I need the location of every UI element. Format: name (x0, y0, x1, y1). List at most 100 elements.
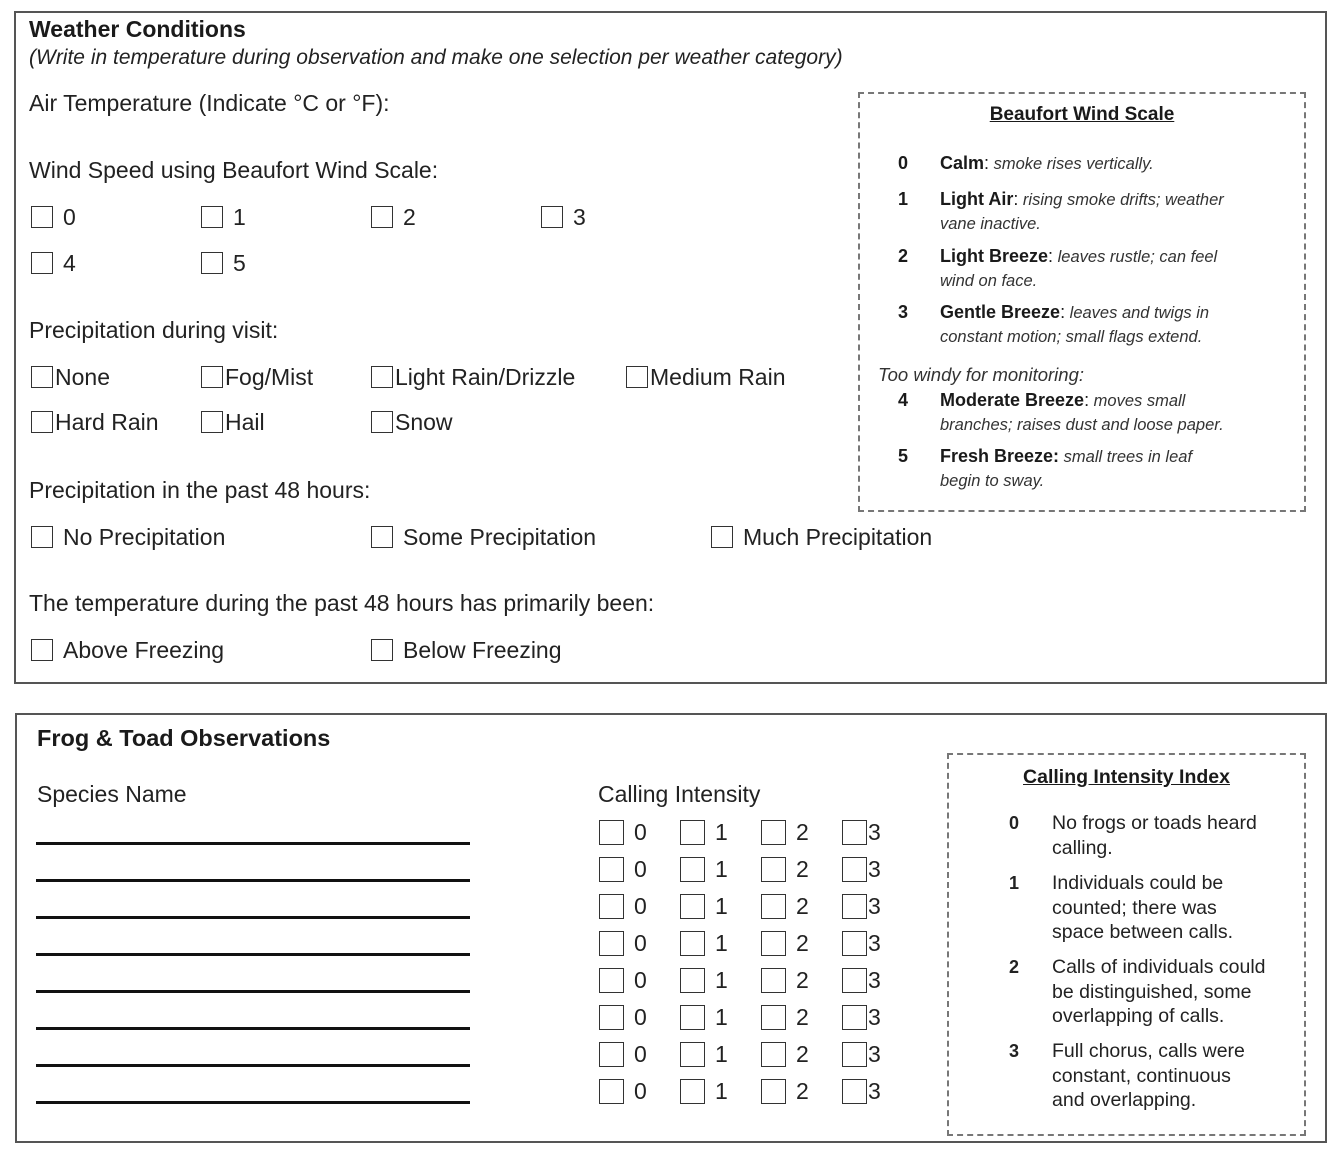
checkbox[interactable] (842, 820, 867, 845)
intensity-option-3[interactable]: 3 (842, 967, 923, 994)
checkbox[interactable] (599, 968, 624, 993)
checkbox[interactable] (371, 526, 393, 548)
checkbox[interactable] (31, 411, 53, 433)
checkbox[interactable] (842, 931, 867, 956)
precip-option-light-rain[interactable]: Light Rain/Drizzle (371, 363, 575, 391)
intensity-option-0[interactable]: 0 (599, 856, 680, 883)
checkbox[interactable] (842, 857, 867, 882)
intensity-option-1[interactable]: 1 (680, 1004, 761, 1031)
intensity-option-3[interactable]: 3 (842, 819, 923, 846)
temp48-option-below[interactable]: Below Freezing (371, 636, 562, 664)
intensity-option-3[interactable]: 3 (842, 930, 923, 957)
checkbox[interactable] (761, 931, 786, 956)
intensity-option-2[interactable]: 2 (761, 930, 842, 957)
species-name-line[interactable] (36, 842, 470, 845)
checkbox[interactable] (599, 1079, 624, 1104)
intensity-option-2[interactable]: 2 (761, 967, 842, 994)
checkbox[interactable] (842, 894, 867, 919)
checkbox[interactable] (761, 894, 786, 919)
checkbox[interactable] (680, 820, 705, 845)
precip48-option-none[interactable]: No Precipitation (31, 523, 225, 551)
intensity-option-0[interactable]: 0 (599, 893, 680, 920)
checkbox[interactable] (371, 366, 393, 388)
checkbox[interactable] (680, 1042, 705, 1067)
intensity-option-2[interactable]: 2 (761, 893, 842, 920)
intensity-option-2[interactable]: 2 (761, 1078, 842, 1105)
checkbox[interactable] (680, 1079, 705, 1104)
wind-option-0[interactable]: 0 (31, 203, 76, 231)
intensity-option-1[interactable]: 1 (680, 930, 761, 957)
intensity-option-2[interactable]: 2 (761, 856, 842, 883)
species-name-line[interactable] (36, 1027, 470, 1030)
checkbox[interactable] (371, 206, 393, 228)
checkbox[interactable] (201, 366, 223, 388)
checkbox[interactable] (201, 411, 223, 433)
intensity-option-1[interactable]: 1 (680, 893, 761, 920)
species-name-line[interactable] (36, 1064, 470, 1067)
checkbox[interactable] (31, 639, 53, 661)
intensity-option-1[interactable]: 1 (680, 967, 761, 994)
checkbox[interactable] (842, 1079, 867, 1104)
checkbox[interactable] (842, 1042, 867, 1067)
intensity-option-1[interactable]: 1 (680, 819, 761, 846)
checkbox[interactable] (761, 820, 786, 845)
intensity-option-3[interactable]: 3 (842, 1041, 923, 1068)
checkbox[interactable] (711, 526, 733, 548)
species-name-line[interactable] (36, 879, 470, 882)
wind-option-1[interactable]: 1 (201, 203, 246, 231)
checkbox[interactable] (680, 1005, 705, 1030)
checkbox[interactable] (680, 894, 705, 919)
checkbox[interactable] (761, 1005, 786, 1030)
intensity-option-0[interactable]: 0 (599, 819, 680, 846)
species-name-line[interactable] (36, 1101, 470, 1104)
intensity-option-0[interactable]: 0 (599, 1078, 680, 1105)
species-name-line[interactable] (36, 953, 470, 956)
checkbox[interactable] (599, 857, 624, 882)
checkbox[interactable] (31, 526, 53, 548)
precip-option-none[interactable]: None (31, 363, 110, 391)
checkbox[interactable] (680, 931, 705, 956)
intensity-option-3[interactable]: 3 (842, 1004, 923, 1031)
wind-option-3[interactable]: 3 (541, 203, 586, 231)
checkbox[interactable] (761, 857, 786, 882)
checkbox[interactable] (599, 894, 624, 919)
intensity-option-0[interactable]: 0 (599, 930, 680, 957)
species-name-line[interactable] (36, 990, 470, 993)
precip-option-fog-mist[interactable]: Fog/Mist (201, 363, 313, 391)
checkbox[interactable] (599, 820, 624, 845)
precip48-option-some[interactable]: Some Precipitation (371, 523, 596, 551)
wind-option-5[interactable]: 5 (201, 249, 246, 277)
checkbox[interactable] (680, 857, 705, 882)
checkbox[interactable] (761, 968, 786, 993)
intensity-option-2[interactable]: 2 (761, 1041, 842, 1068)
checkbox[interactable] (842, 1005, 867, 1030)
checkbox[interactable] (31, 366, 53, 388)
checkbox[interactable] (541, 206, 563, 228)
checkbox[interactable] (201, 206, 223, 228)
precip-option-hard-rain[interactable]: Hard Rain (31, 408, 159, 436)
intensity-option-1[interactable]: 1 (680, 856, 761, 883)
wind-option-2[interactable]: 2 (371, 203, 416, 231)
intensity-option-2[interactable]: 2 (761, 819, 842, 846)
species-name-line[interactable] (36, 916, 470, 919)
checkbox[interactable] (599, 1005, 624, 1030)
intensity-option-3[interactable]: 3 (842, 893, 923, 920)
precip-option-snow[interactable]: Snow (371, 408, 453, 436)
checkbox[interactable] (599, 931, 624, 956)
checkbox[interactable] (761, 1042, 786, 1067)
checkbox[interactable] (371, 639, 393, 661)
checkbox[interactable] (31, 252, 53, 274)
checkbox[interactable] (201, 252, 223, 274)
checkbox[interactable] (680, 968, 705, 993)
intensity-option-0[interactable]: 0 (599, 1004, 680, 1031)
intensity-option-0[interactable]: 0 (599, 1041, 680, 1068)
checkbox[interactable] (31, 206, 53, 228)
intensity-option-3[interactable]: 3 (842, 856, 923, 883)
checkbox[interactable] (371, 411, 393, 433)
checkbox[interactable] (599, 1042, 624, 1067)
wind-option-4[interactable]: 4 (31, 249, 76, 277)
intensity-option-1[interactable]: 1 (680, 1078, 761, 1105)
intensity-option-0[interactable]: 0 (599, 967, 680, 994)
precip-option-medium-rain[interactable]: Medium Rain (626, 363, 786, 391)
temp48-option-above[interactable]: Above Freezing (31, 636, 224, 664)
